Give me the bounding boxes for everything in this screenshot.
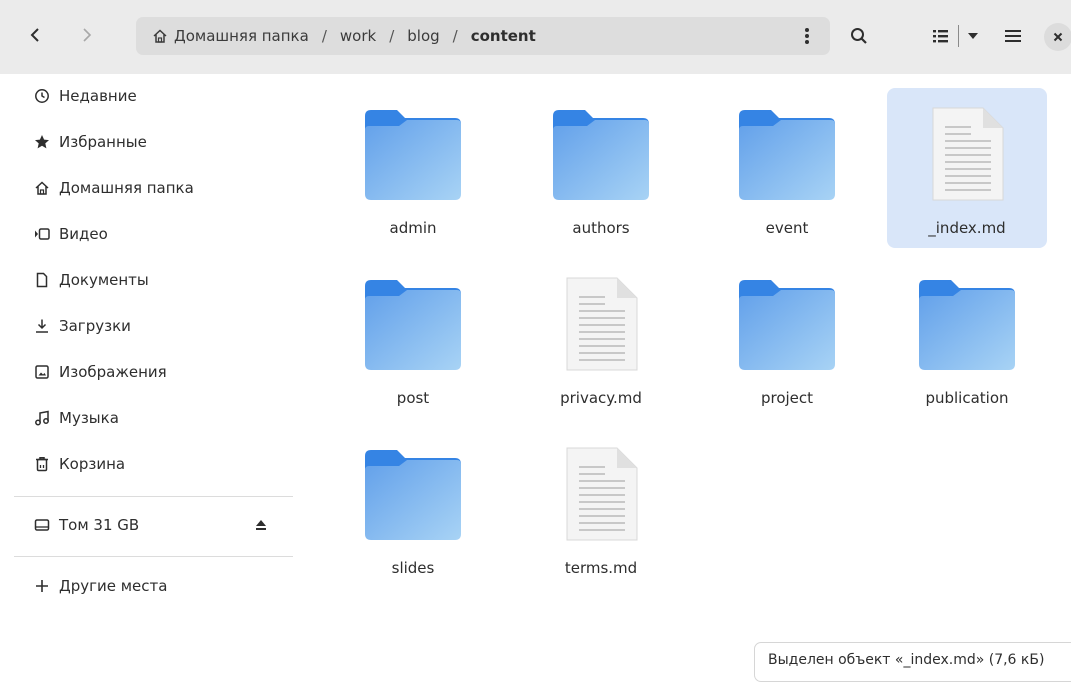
- sidebar-item-label: Избранные: [59, 133, 147, 151]
- folder-icon: [365, 276, 461, 372]
- forward-button[interactable]: [72, 20, 102, 50]
- chevron-right-icon: [83, 28, 92, 42]
- sidebar-item-volume[interactable]: Том 31 GB: [0, 505, 307, 545]
- folder-item[interactable]: project: [707, 258, 867, 418]
- sidebar-item-music[interactable]: Музыка: [0, 398, 307, 438]
- path-bar: Домашняя папка / work / blog / content: [136, 17, 830, 55]
- file-name-label: authors: [572, 219, 630, 237]
- download-icon: [33, 317, 51, 335]
- folder-item[interactable]: authors: [521, 88, 681, 248]
- sidebar: Недавние Избранные Домашняя папка Видео …: [0, 74, 307, 670]
- folder-icon: [553, 106, 649, 202]
- file-item[interactable]: _index.md: [887, 88, 1047, 248]
- view-divider: [957, 25, 959, 47]
- plus-icon: [33, 577, 51, 595]
- sidebar-item-label: Видео: [59, 225, 108, 243]
- file-name-label: publication: [925, 389, 1009, 407]
- file-name-label: _index.md: [928, 219, 1006, 237]
- path-menu-button[interactable]: [796, 23, 818, 49]
- kebab-menu-icon: [805, 28, 809, 44]
- hamburger-menu-icon: [1005, 30, 1021, 42]
- sidebar-item-trash[interactable]: Корзина: [0, 444, 307, 484]
- folder-item[interactable]: post: [333, 258, 493, 418]
- breadcrumb-home[interactable]: Домашняя папка: [174, 27, 309, 45]
- trash-icon: [33, 455, 51, 473]
- sidebar-item-downloads[interactable]: Загрузки: [0, 306, 307, 346]
- clock-icon: [33, 87, 51, 105]
- home-icon: [152, 28, 168, 44]
- sidebar-item-other-locations[interactable]: Другие места: [0, 566, 307, 606]
- folder-icon: [739, 106, 835, 202]
- sidebar-item-starred[interactable]: Избранные: [0, 122, 307, 162]
- file-grid: admin authors event _index.mdpost privacy.md…: [307, 74, 1071, 670]
- video-icon: [33, 225, 51, 243]
- star-icon: [33, 133, 51, 151]
- folder-item[interactable]: admin: [333, 88, 493, 248]
- folder-icon: [365, 106, 461, 202]
- main-menu-button[interactable]: [997, 20, 1029, 52]
- breadcrumb-blog[interactable]: blog: [407, 27, 439, 45]
- sidebar-item-label: Корзина: [59, 455, 126, 473]
- file-name-label: event: [765, 219, 809, 237]
- search-button[interactable]: [843, 20, 875, 52]
- file-name-label: admin: [389, 219, 437, 237]
- sidebar-item-label: Недавние: [59, 87, 137, 105]
- music-icon: [33, 409, 51, 427]
- sidebar-divider: [14, 556, 293, 557]
- sidebar-item-documents[interactable]: Документы: [0, 260, 307, 300]
- drive-icon: [33, 516, 51, 534]
- image-icon: [33, 363, 51, 381]
- file-name-label: post: [396, 389, 430, 407]
- folder-icon: [919, 276, 1015, 372]
- sidebar-divider: [14, 496, 293, 497]
- sidebar-item-label: Изображения: [59, 363, 167, 381]
- file-item[interactable]: terms.md: [521, 428, 681, 588]
- sidebar-item-recent[interactable]: Недавние: [0, 76, 307, 116]
- header-bar: Домашняя папка / work / blog / content: [0, 0, 1071, 74]
- document-icon: [33, 271, 51, 289]
- sidebar-item-pictures[interactable]: Изображения: [0, 352, 307, 392]
- sidebar-item-label: Документы: [59, 271, 149, 289]
- dropdown-arrow-icon: [967, 33, 978, 39]
- eject-button[interactable]: [253, 517, 269, 533]
- folder-item[interactable]: slides: [333, 428, 493, 588]
- breadcrumb-separator: /: [321, 27, 327, 45]
- folder-item[interactable]: event: [707, 88, 867, 248]
- text-file-icon: [919, 106, 1015, 202]
- view-options-button[interactable]: [918, 20, 992, 52]
- sidebar-item-label: Музыка: [59, 409, 119, 427]
- file-name-label: project: [760, 389, 814, 407]
- chevron-left-icon: [30, 28, 39, 42]
- status-bar: Выделен объект «_index.md» (7,6 кБ): [754, 642, 1071, 682]
- folder-item[interactable]: publication: [887, 258, 1047, 418]
- folder-icon: [365, 446, 461, 542]
- breadcrumb-content[interactable]: content: [471, 27, 536, 45]
- back-button[interactable]: [20, 20, 50, 50]
- folder-icon: [739, 276, 835, 372]
- sidebar-item-label: Другие места: [59, 577, 168, 595]
- home-icon: [33, 179, 51, 197]
- close-icon: [1053, 32, 1063, 42]
- sidebar-item-videos[interactable]: Видео: [0, 214, 307, 254]
- file-name-label: slides: [391, 559, 435, 577]
- breadcrumb-separator: /: [452, 27, 458, 45]
- sidebar-item-home[interactable]: Домашняя папка: [0, 168, 307, 208]
- breadcrumb-work[interactable]: work: [340, 27, 376, 45]
- breadcrumb-separator: /: [389, 27, 395, 45]
- text-file-icon: [553, 276, 649, 372]
- close-button[interactable]: [1044, 23, 1071, 51]
- text-file-icon: [553, 446, 649, 542]
- file-item[interactable]: privacy.md: [521, 258, 681, 418]
- sidebar-item-label: Том 31 GB: [59, 516, 140, 534]
- sidebar-item-label: Загрузки: [59, 317, 131, 335]
- eject-icon: [256, 520, 266, 530]
- sidebar-item-label: Домашняя папка: [59, 179, 194, 197]
- file-name-label: terms.md: [564, 559, 638, 577]
- status-text: Выделен объект «_index.md» (7,6 кБ): [768, 652, 1045, 668]
- search-icon: [851, 28, 867, 44]
- list-view-icon: [932, 30, 948, 43]
- file-name-label: privacy.md: [560, 389, 642, 407]
